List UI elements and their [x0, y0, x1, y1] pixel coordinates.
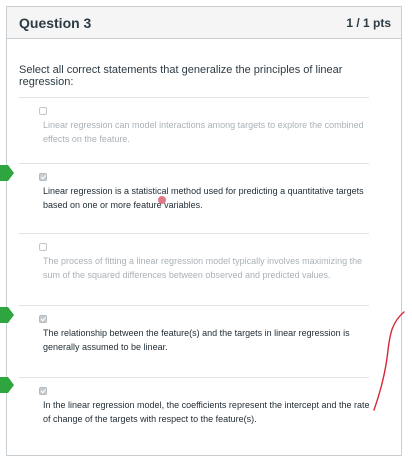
cursor-highlight: [158, 196, 166, 204]
question-prompt: Select all correct statements that gener…: [19, 64, 343, 88]
correct-answer-marker-5: [0, 377, 14, 393]
correct-answer-marker-4: [0, 307, 14, 323]
answer-checkbox-4[interactable]: [39, 315, 47, 323]
answer-option-2[interactable]: Linear regression is a statistical metho…: [19, 163, 369, 233]
answer-checkbox-2[interactable]: [39, 173, 47, 181]
answer-text-1: Linear regression can model interactions…: [43, 120, 364, 144]
answer-text-2: Linear regression is a statistical metho…: [43, 186, 364, 210]
answer-checkbox-1[interactable]: [39, 107, 47, 115]
answer-text-3: The process of fitting a linear regressi…: [43, 256, 363, 280]
answer-text-5: In the linear regression model, the coef…: [43, 400, 370, 424]
answer-option-4[interactable]: The relationship between the feature(s) …: [19, 305, 369, 377]
question-card: Question 3 1 / 1 pts Select all correct …: [6, 6, 402, 456]
question-title: Question 3: [19, 14, 92, 31]
answer-option-3[interactable]: The process of fitting a linear regressi…: [19, 233, 369, 305]
answer-text-4: The relationship between the feature(s) …: [43, 328, 350, 352]
page: Question 3 1 / 1 pts Select all correct …: [0, 0, 412, 462]
question-points: 1 / 1 pts: [346, 15, 391, 30]
answer-checkbox-5[interactable]: [39, 387, 47, 395]
question-header: Question 3 1 / 1 pts: [7, 7, 401, 39]
answer-option-1[interactable]: Linear regression can model interactions…: [19, 97, 369, 163]
correct-answer-marker-2: [0, 165, 14, 181]
answer-checkbox-3[interactable]: [39, 243, 47, 251]
answer-option-5[interactable]: In the linear regression model, the coef…: [19, 377, 370, 451]
